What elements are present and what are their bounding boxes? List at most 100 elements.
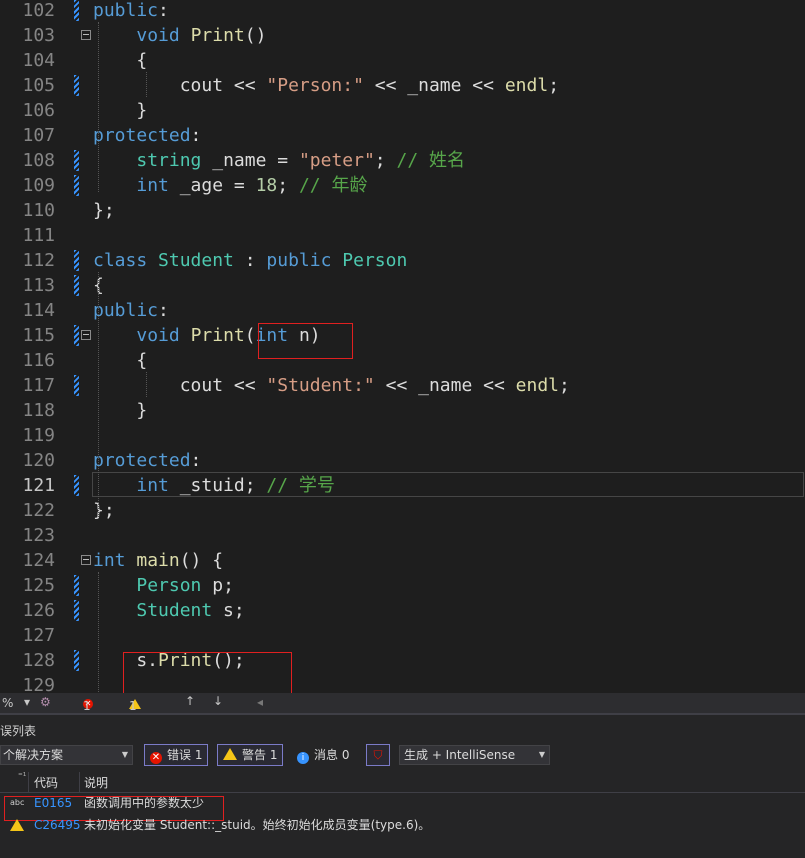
code-line[interactable]: 127 [0,623,805,648]
code-text: cout << "Student:" << _name << endl; [93,373,570,398]
filter-icon[interactable]: ⛉ [366,744,390,766]
code-line[interactable]: 126 Student s; [0,598,805,623]
code-token: // 年龄 [298,175,368,196]
sort-icon[interactable]: ⁼¹ [18,772,26,782]
code-line[interactable]: 128 s.Print(); [0,648,805,673]
column-header-code[interactable]: 代码 [34,774,58,791]
code-line[interactable]: 105 cout << "Person:" << _name << endl; [0,73,805,98]
error-icon: ✕ [150,752,162,764]
indent-guide [146,72,147,97]
code-line[interactable]: 120 protected: [0,448,805,473]
collapse-icon[interactable] [81,555,91,565]
line-number: 113 [22,275,55,296]
code-line[interactable]: 112 class Student : public Person [0,248,805,273]
code-line[interactable]: 123 [0,523,805,548]
line-number: 102 [22,0,55,21]
code-line[interactable]: 125 Person p; [0,573,805,598]
build-filter-dropdown[interactable]: 生成 + IntelliSense ▼ [399,745,550,765]
code-token: Student [158,250,234,271]
code-line[interactable]: 122}; [0,498,805,523]
code-text: void Print() [93,23,266,48]
code-token: () [244,25,267,46]
line-number: 129 [22,675,55,693]
code-line[interactable]: 113{ [0,273,805,298]
code-token: ; [374,150,397,171]
error-list-row[interactable]: C26495 未初始化变量 Student::_stuid。始终初始化成员变量(… [0,814,805,836]
line-number: 111 [22,225,55,246]
messages-filter-button[interactable]: i 消息 0 [291,744,355,766]
code-line[interactable]: 129 [0,673,805,693]
arrow-down-icon[interactable]: ↓ [213,694,223,708]
collapse-icon[interactable] [81,30,91,40]
code-token: } [93,400,148,421]
line-number: 115 [22,325,55,346]
code-token: () { [179,550,224,571]
line-number: 124 [22,550,55,571]
code-token: 18 [255,175,278,196]
error-list-header: ⁼¹ 代码 说明 [0,772,805,793]
code-line[interactable]: 114 public: [0,298,805,323]
code-line[interactable]: 108 string _name = "peter"; // 姓名 [0,148,805,173]
code-line[interactable]: 102 public: [0,0,805,23]
zoom-level[interactable]: % [2,696,13,710]
error-list-toolbar: 个解决方案 ▼ ✕ 错误 1 警告 1 i 消息 0 ⛉ 生成 + IntelliS… [0,743,805,769]
column-header-description[interactable]: 说明 [84,774,108,791]
change-marker [74,475,79,496]
code-line[interactable]: 124 int main() { [0,548,805,573]
code-token: string [136,150,202,171]
code-token: protected [93,125,191,146]
code-token: << _name << [374,375,516,396]
line-number: 121 [22,475,55,496]
code-text: { [93,48,147,73]
code-token: p; [201,575,234,596]
code-line[interactable]: 104 { [0,48,805,73]
code-line[interactable]: 103 void Print() [0,23,805,48]
code-line[interactable]: 115 void Print(int n) [0,323,805,348]
line-number: 110 [22,200,55,221]
code-line[interactable]: 110}; [0,198,805,223]
indent-guide [98,572,99,692]
code-token: // 姓名 [396,150,465,171]
line-number: 125 [22,575,55,596]
code-token: cout << [93,375,267,396]
warning-icon [223,748,237,760]
code-line[interactable]: 117 cout << "Student:" << _name << endl; [0,373,805,398]
errors-filter-button[interactable]: ✕ 错误 1 [144,744,209,766]
code-line[interactable]: 107 protected: [0,123,805,148]
editor-status-bar: % ▾ ⚙ ✕ 1 1 ↑ ↓ ◂ [0,693,805,713]
code-line[interactable]: 118 } [0,398,805,423]
line-number: 116 [22,350,55,371]
line-number: 123 [22,525,55,546]
health-icon[interactable]: ⚙ [40,695,51,709]
collapse-icon[interactable] [81,330,91,340]
error-list-panel: 误列表 个解决方案 ▼ ✕ 错误 1 警告 1 i 消息 0 ⛉ 生成 + Inte… [0,715,805,858]
line-number: 117 [22,375,55,396]
code-token: : [158,300,169,321]
warnings-filter-button[interactable]: 警告 1 [217,744,284,766]
code-token: "Person:" [266,75,364,96]
panel-title: 误列表 [0,724,37,738]
code-line[interactable]: 119 [0,423,805,448]
scroll-left-icon[interactable]: ◂ [257,695,263,709]
code-line[interactable]: 106 } [0,98,805,123]
code-token: s; [212,600,245,621]
indent-guide [98,272,99,517]
code-line[interactable]: 116 { [0,348,805,373]
annotation-box-print-params [258,323,353,359]
code-line[interactable]: 111 [0,223,805,248]
code-token: int [136,175,169,196]
code-editor[interactable]: 102 public: 103 void Print() 104 {105 cout … [0,0,805,693]
code-text: Student s; [93,598,245,623]
code-token: { [93,50,148,71]
zoom-dropdown-icon[interactable]: ▾ [24,695,30,709]
scope-dropdown[interactable]: 个解决方案 ▼ [0,745,133,765]
arrow-up-icon[interactable]: ↑ [185,694,195,708]
change-marker [74,600,79,621]
code-token: protected [93,450,191,471]
code-line[interactable]: 109 int _age = 18; // 年龄 [0,173,805,198]
warning-code[interactable]: C26495 [34,814,81,836]
